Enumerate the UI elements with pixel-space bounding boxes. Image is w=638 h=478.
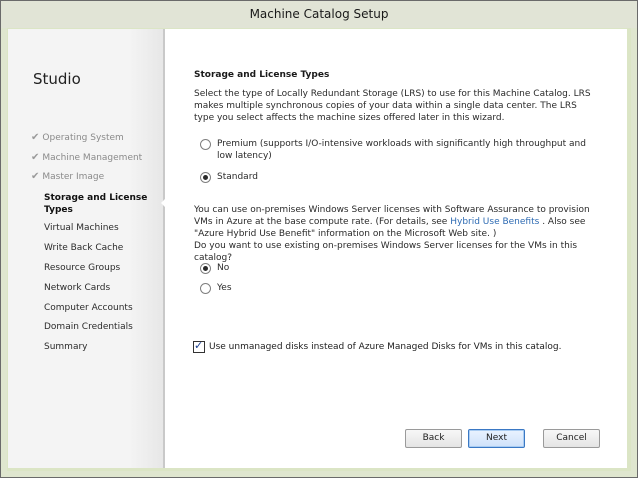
back-button[interactable]: Back xyxy=(405,429,462,448)
next-button[interactable]: Next xyxy=(468,429,525,448)
checkmark-icon: ✔ xyxy=(31,171,40,182)
radio-standard[interactable]: Standard xyxy=(200,171,258,183)
radio-premium-label: Premium (supports I/O-intensive workload… xyxy=(217,139,586,161)
radio-button[interactable] xyxy=(200,283,211,294)
step-operating-system: ✔ Operating System xyxy=(31,132,124,143)
radio-yes-label: Yes xyxy=(217,283,232,293)
unmanaged-disks-label: Use unmanaged disks instead of Azure Man… xyxy=(209,342,562,352)
radio-no-label: No xyxy=(217,263,230,273)
radio-license-yes[interactable]: Yes xyxy=(200,282,232,294)
unmanaged-disks-checkbox[interactable] xyxy=(193,339,205,353)
step-machine-management: ✔ Machine Management xyxy=(31,152,143,163)
step-network-cards: Network Cards xyxy=(44,283,111,293)
radio-button[interactable] xyxy=(200,263,211,274)
step-domain-credentials: Domain Credentials xyxy=(44,322,133,332)
checkmark-icon: ✔ xyxy=(31,132,40,143)
step-virtual-machines: Virtual Machines xyxy=(44,223,119,233)
radio-license-no[interactable]: No xyxy=(200,262,229,274)
cancel-button[interactable]: Cancel xyxy=(543,429,600,448)
step-resource-groups: Resource Groups xyxy=(44,263,121,273)
checkmark-icon: ✔ xyxy=(31,152,40,163)
radio-premium[interactable]: Premium (supports I/O-intensive workload… xyxy=(200,138,595,162)
step-write-back-cache: Write Back Cache xyxy=(44,243,124,253)
current-step-pointer xyxy=(161,197,167,209)
unmanaged-disks-option[interactable]: Use unmanaged disks instead of Azure Man… xyxy=(193,339,562,353)
page-title: Storage and License Types xyxy=(194,70,330,80)
radio-button[interactable] xyxy=(200,139,211,150)
radio-button[interactable] xyxy=(200,172,211,183)
step-storage-and-license-types: Storage and License Types xyxy=(44,193,148,215)
hybrid-use-benefits-link[interactable]: Hybrid Use Benefits xyxy=(450,217,539,227)
step-computer-accounts: Computer Accounts xyxy=(44,303,133,313)
radio-standard-label: Standard xyxy=(217,172,258,182)
step-master-image: ✔ Master Image xyxy=(31,171,105,182)
step-summary: Summary xyxy=(44,342,88,352)
window-title: Machine Catalog Setup xyxy=(1,1,637,28)
storage-description: Select the type of Locally Redundant Sto… xyxy=(194,89,591,123)
brand-studio: Studio xyxy=(33,70,81,88)
license-question: Do you want to use existing on-premises … xyxy=(194,241,578,263)
license-description: You can use on-premises Windows Server l… xyxy=(194,204,599,264)
